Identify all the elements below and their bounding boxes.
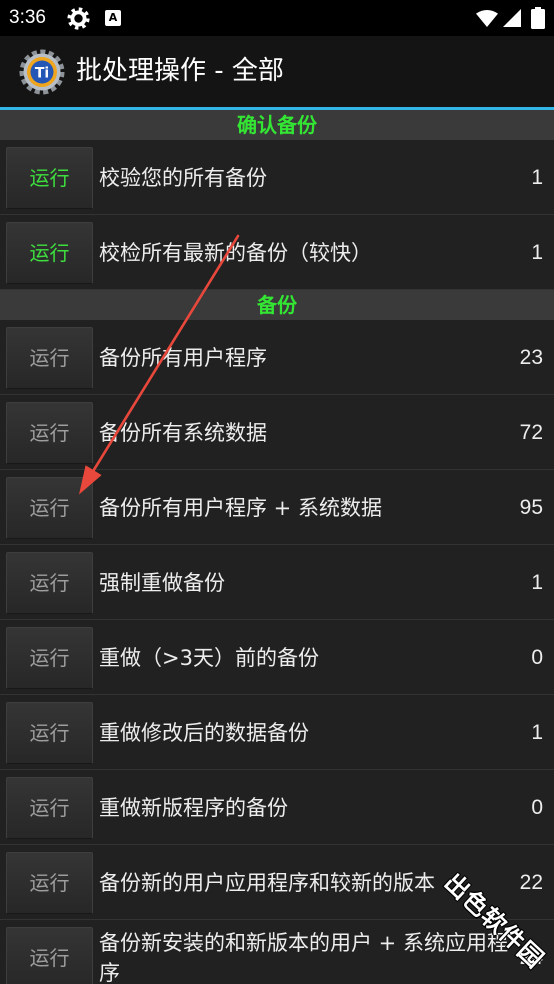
item-count: 22 [519, 871, 543, 894]
logo-lettering: Ti [35, 66, 49, 82]
batch-row: 运行 重做（>3天）前的备份 0 [0, 620, 554, 695]
battery-icon [531, 7, 545, 29]
batch-row: 运行 备份新安装的和新版本的用户 + 系统应用程序 24 [0, 920, 554, 984]
run-button[interactable]: 运行 [6, 147, 93, 209]
action-label: 校验您的所有备份 [99, 165, 267, 190]
status-bar: 3:36 A [0, 0, 554, 36]
page-title: 批处理操作 - 全部 [76, 56, 284, 86]
status-time: 3:36 [9, 7, 46, 28]
action-label: 重做新版程序的备份 [99, 795, 288, 820]
notification-letter: A [108, 11, 118, 24]
cellular-signal-icon [503, 9, 521, 27]
action-label: 备份新安装的和新版本的用户 + 系统应用程序 [99, 930, 508, 984]
wifi-icon [476, 10, 498, 27]
run-button[interactable]: 运行 [6, 852, 93, 914]
batch-row: 运行 校验您的所有备份 1 [0, 140, 554, 215]
action-label: 重做修改后的数据备份 [99, 720, 309, 745]
item-count: 1 [531, 166, 543, 189]
run-button[interactable]: 运行 [6, 552, 93, 614]
item-count: 23 [519, 346, 543, 369]
run-button[interactable]: 运行 [6, 927, 93, 984]
item-count: 1 [531, 571, 543, 594]
action-label: 重做（>3天）前的备份 [99, 645, 319, 670]
run-button[interactable]: 运行 [6, 702, 93, 764]
item-count: 1 [531, 241, 543, 264]
titanium-backup-logo-icon[interactable]: Ti [19, 49, 65, 95]
item-count: 0 [531, 796, 543, 819]
run-button[interactable]: 运行 [6, 777, 93, 839]
a-notification-icon: A [105, 10, 121, 26]
red-arrow-icon [79, 234, 240, 495]
batch-row: 运行 重做新版程序的备份 0 [0, 770, 554, 845]
section-header-verify: 确认备份 [0, 110, 554, 140]
batch-row: 运行 重做修改后的数据备份 1 [0, 695, 554, 770]
screen: 3:36 A Ti 批处理操作 - 全部 确认备份 运行 校验您的所有备份 1 … [0, 0, 554, 984]
item-count: 72 [519, 421, 543, 444]
item-count: 95 [519, 496, 543, 519]
app-bar: Ti 批处理操作 - 全部 [0, 36, 554, 107]
settings-gear-icon [67, 7, 90, 30]
run-button[interactable]: 运行 [6, 627, 93, 689]
item-count: 0 [531, 646, 543, 669]
item-count: 1 [531, 721, 543, 744]
batch-row: 运行 强制重做备份 1 [0, 545, 554, 620]
action-label: 强制重做备份 [99, 570, 225, 595]
